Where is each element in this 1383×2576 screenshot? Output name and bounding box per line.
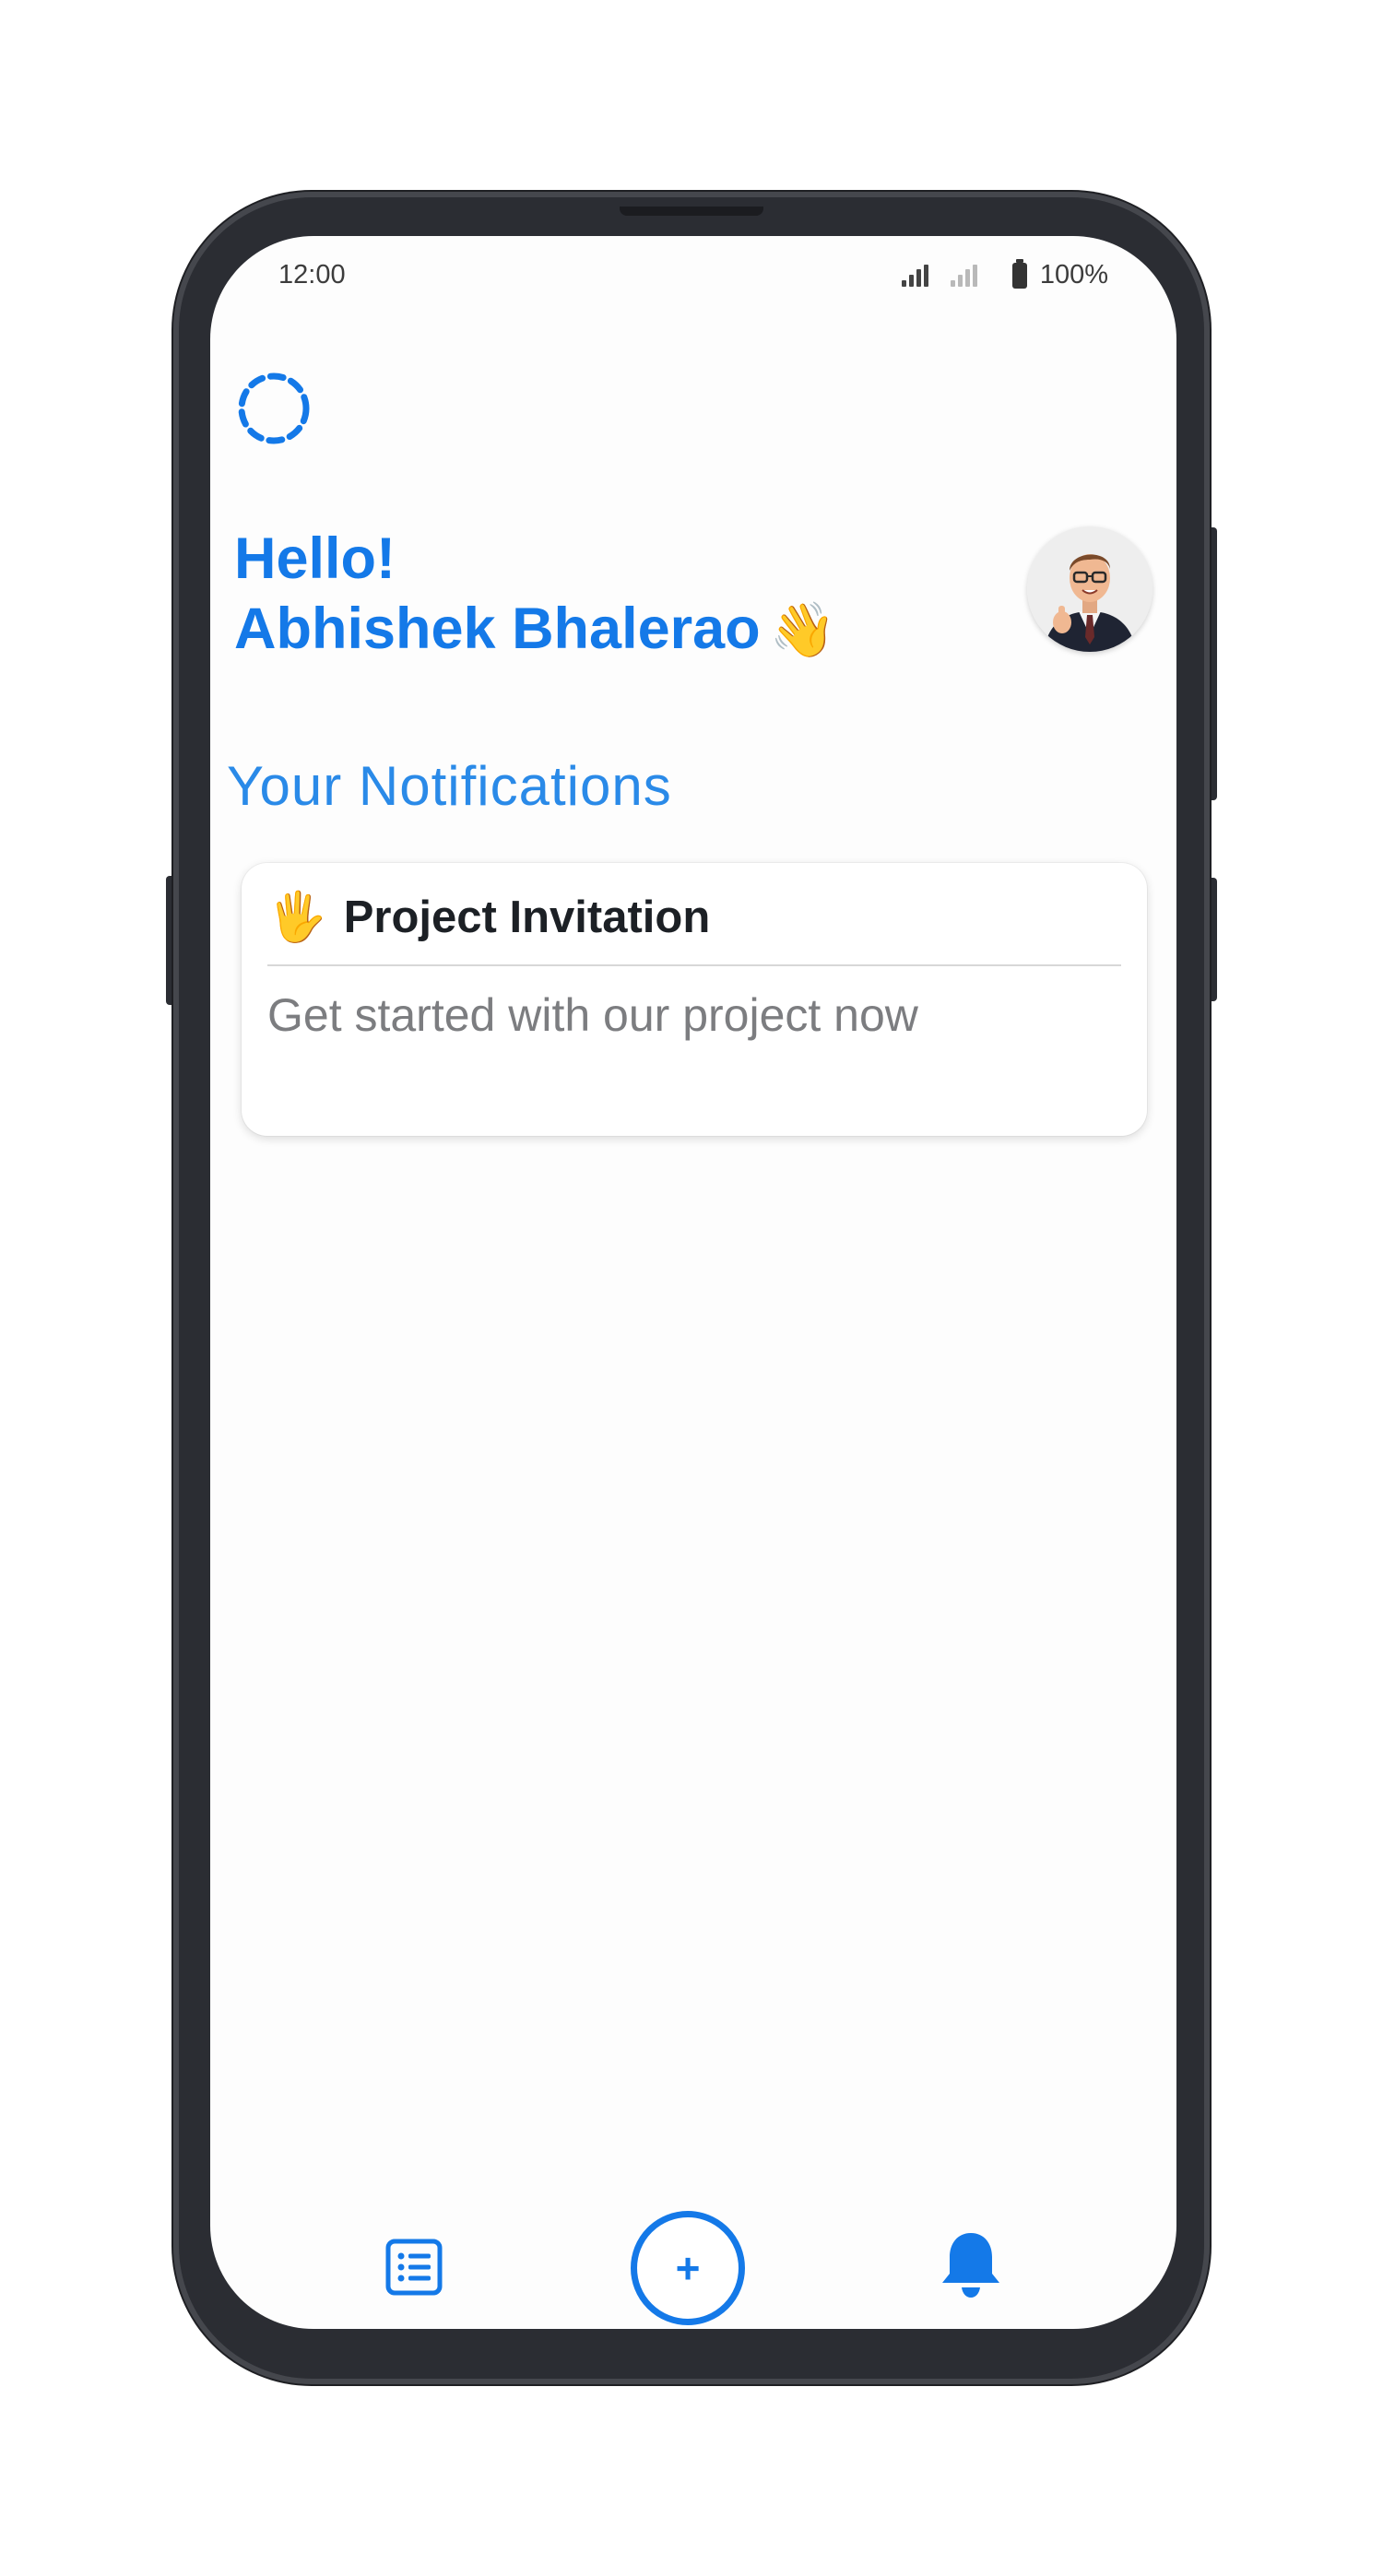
status-time: 12:00 (278, 260, 346, 290)
signal-secondary-icon (950, 264, 977, 287)
phone-screen: 12:00 100% Hello! Abhishek Bhalerao 👋 Yo… (210, 236, 1176, 2329)
list-icon[interactable] (385, 2239, 443, 2296)
battery-icon (1011, 258, 1027, 289)
notification-header: 🖐 Project Invitation (267, 889, 710, 945)
avatar[interactable] (1027, 526, 1152, 652)
greeting-name-line: Abhishek Bhalerao 👋 (234, 594, 836, 666)
add-button[interactable]: + (631, 2211, 745, 2325)
notification-body: Get started with our project now (267, 989, 918, 1041)
user-name: Abhishek Bhalerao (234, 597, 761, 661)
plus-icon: + (675, 2244, 701, 2292)
wave-emoji: 👋 (769, 600, 836, 660)
greeting-hello: Hello! (234, 526, 396, 591)
loading-spinner-icon (238, 372, 310, 444)
raised-hand-emoji: 🖐 (267, 891, 327, 944)
avatar-businessman-icon (1027, 526, 1152, 652)
battery-level: 100% (1039, 260, 1108, 290)
signal-icon (901, 264, 928, 287)
status-indicators: 100% (901, 258, 1108, 290)
greeting: Hello! Abhishek Bhalerao 👋 (234, 524, 836, 666)
notification-title: Project Invitation (343, 892, 711, 942)
card-divider (267, 964, 1121, 966)
notification-card[interactable]: 🖐 Project Invitation Get started with ou… (242, 863, 1147, 1136)
app-screenshot: 12:00 100% Hello! Abhishek Bhalerao 👋 Yo… (0, 0, 1383, 2576)
speaker-notch (620, 207, 763, 216)
bell-icon[interactable] (939, 2229, 1003, 2299)
notifications-title: Your Notifications (227, 755, 672, 817)
